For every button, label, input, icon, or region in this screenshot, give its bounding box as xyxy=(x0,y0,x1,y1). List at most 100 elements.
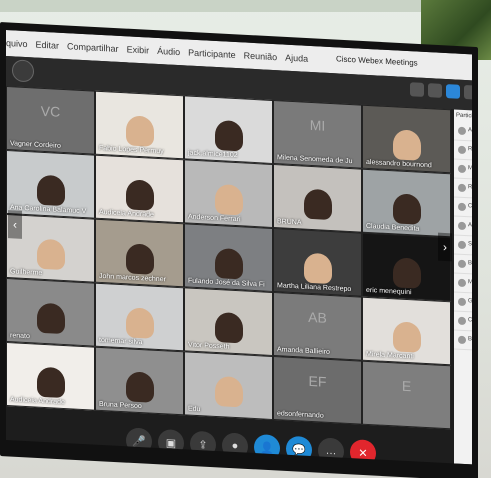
participant-initials: AB xyxy=(308,308,327,326)
participant-list-item[interactable]: Ma xyxy=(454,159,472,180)
participant-list-name: Bat xyxy=(468,336,472,343)
participant-name: John marcos zechner xyxy=(99,272,166,284)
participant-tile[interactable]: EF edsonfernando xyxy=(273,355,362,425)
participant-video xyxy=(392,193,421,225)
participant-tile[interactable]: John marcos zechner xyxy=(95,218,184,288)
participant-list-item[interactable]: Ra xyxy=(454,140,472,161)
grid-icon[interactable] xyxy=(428,83,442,98)
participant-video xyxy=(125,243,154,275)
participant-tile[interactable]: MI Milena Senomeda de Ju xyxy=(273,99,362,169)
participant-initials: VC xyxy=(40,102,61,120)
avatar xyxy=(458,297,466,307)
participant-list-item[interactable]: Ba xyxy=(454,254,472,275)
menu-meeting[interactable]: Reunião xyxy=(244,50,278,62)
participant-video xyxy=(36,302,65,335)
participant-list-name: Gu xyxy=(468,298,472,305)
participant-tile[interactable]: Bruna Persoo xyxy=(95,346,184,416)
monitor-screen: quivo Editar Compartilhar Exibir Áudio P… xyxy=(6,30,472,465)
participant-name: Vitor Posseth xyxy=(188,341,230,351)
connection-icon[interactable] xyxy=(12,59,34,83)
participant-tile[interactable]: tomemar silva xyxy=(95,282,184,352)
participant-name: BRUNA xyxy=(277,218,302,227)
avatar xyxy=(458,145,466,155)
participant-name: Audiceia Andrade xyxy=(10,396,65,407)
participant-list-name: Ma xyxy=(468,279,472,286)
participant-video xyxy=(392,321,421,353)
participant-list-item[interactable]: Ma xyxy=(454,273,472,294)
participant-list-item[interactable]: Ad xyxy=(454,121,472,142)
participant-tile[interactable]: Claudia Benedita xyxy=(362,168,451,238)
participant-name: Milena Senomeda de Ju xyxy=(277,154,353,166)
wall xyxy=(0,0,491,12)
participant-video xyxy=(125,371,154,403)
participant-tile[interactable]: jack.almice1102 xyxy=(184,95,273,164)
participant-video xyxy=(36,366,65,399)
fullscreen-icon[interactable] xyxy=(464,85,472,100)
participant-video xyxy=(214,119,243,152)
participant-list-item[interactable]: Au xyxy=(454,216,472,237)
participant-tile[interactable]: Audiceia Andrade xyxy=(6,342,95,411)
participant-video xyxy=(125,179,154,211)
participant-list-name: Au xyxy=(468,222,472,229)
menu-edit[interactable]: Editar xyxy=(36,40,60,51)
participant-video xyxy=(303,188,332,221)
layout-icon[interactable] xyxy=(410,82,424,97)
participant-list-item[interactable]: Ro xyxy=(454,178,472,199)
participant-list-name: Ma xyxy=(468,165,472,172)
participant-tile[interactable]: alessandro bournond xyxy=(362,104,451,174)
participant-name: Claudia Benedita xyxy=(366,222,420,233)
participant-tile[interactable]: Edu xyxy=(184,351,273,420)
participant-tile[interactable]: VC Vagner Cordeiro xyxy=(6,86,95,155)
participant-tile[interactable]: Martha Liliana Restrepo xyxy=(273,227,362,297)
participant-name: Edu xyxy=(188,405,201,414)
participant-video xyxy=(214,247,243,280)
participant-initials: MI xyxy=(309,116,326,134)
participant-video xyxy=(36,238,65,271)
avatar xyxy=(458,240,466,250)
participant-list-item[interactable]: Ca xyxy=(454,311,472,332)
participant-list-item[interactable]: Sa xyxy=(454,235,472,256)
participant-tile[interactable]: Audiceia Andrade xyxy=(95,154,184,224)
avatar xyxy=(458,221,466,231)
video-grid: VC Vagner Cordeiro Fabio Lopes Permuy jack.… xyxy=(6,86,454,439)
participant-tile[interactable]: Mirela Marcanti xyxy=(362,296,451,366)
avatar xyxy=(458,164,466,174)
participant-video xyxy=(36,174,65,207)
participant-tile[interactable]: E xyxy=(362,360,451,430)
participants-panel: Particip Ad Ra Ma Ro Ca Au Sa Ba Ma Gu Ca Bat xyxy=(454,109,472,465)
participant-list-item[interactable]: Ca xyxy=(454,197,472,218)
menu-help[interactable]: Ajuda xyxy=(285,53,308,64)
participant-video xyxy=(125,307,154,339)
participant-name: Amanda Ballieiro xyxy=(277,346,330,356)
participant-initials: EF xyxy=(308,372,327,390)
participant-video xyxy=(125,115,154,147)
menu-share[interactable]: Compartilhar xyxy=(67,41,119,54)
prev-page-icon[interactable]: ‹ xyxy=(8,210,22,239)
avatar xyxy=(458,278,466,288)
participant-name: jack.almice1102 xyxy=(188,149,238,160)
participant-name: eric menequini xyxy=(366,286,412,297)
participant-list-name: Ba xyxy=(468,260,472,267)
participant-list-name: Ca xyxy=(468,203,472,210)
participant-tile[interactable]: Anderson Ferrari xyxy=(184,159,273,228)
participant-list-item[interactable]: Gu xyxy=(454,292,472,313)
participant-tile[interactable]: renato xyxy=(6,278,95,347)
participant-tile[interactable]: Fulando José da Silva Fi xyxy=(184,223,273,292)
participant-tile[interactable]: Ana Carolina Balamuc V xyxy=(6,150,95,219)
participant-list-item[interactable]: Bat xyxy=(454,330,472,351)
menu-file[interactable]: quivo xyxy=(6,38,28,49)
participant-tile[interactable]: Fabio Lopes Permuy xyxy=(95,90,184,160)
participant-tile[interactable]: Vitor Posseth xyxy=(184,287,273,356)
participant-name: Mirela Marcanti xyxy=(366,350,414,361)
menu-participant[interactable]: Participante xyxy=(188,48,236,60)
next-page-icon[interactable]: › xyxy=(438,232,452,262)
participant-tile[interactable]: BRUNA xyxy=(273,163,362,233)
participant-tile[interactable]: AB Amanda Ballieiro xyxy=(273,291,362,361)
participant-name: Fabio Lopes Permuy xyxy=(99,144,164,156)
menu-audio[interactable]: Áudio xyxy=(157,46,180,57)
avatar xyxy=(458,126,466,136)
stack-icon[interactable] xyxy=(446,84,460,99)
avatar xyxy=(458,183,466,193)
menu-view[interactable]: Exibir xyxy=(127,44,150,55)
participant-video xyxy=(214,375,243,408)
